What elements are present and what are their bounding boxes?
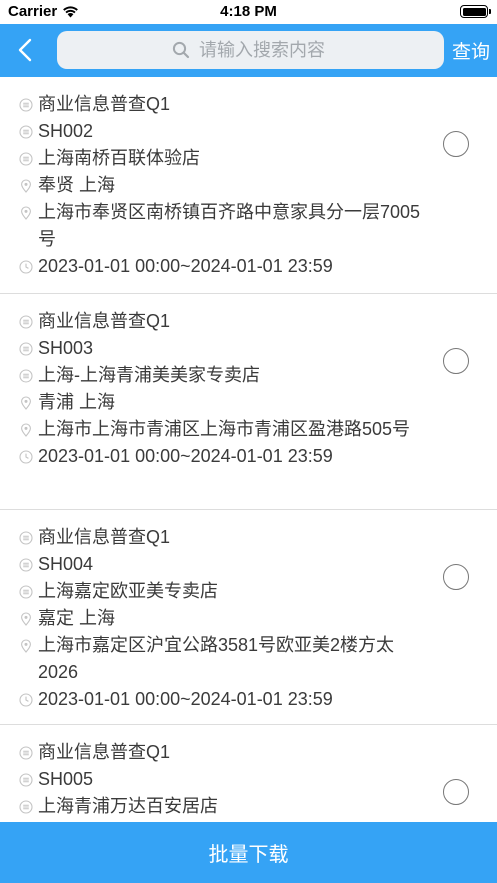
location-pin-icon bbox=[21, 179, 31, 193]
select-radio[interactable] bbox=[443, 564, 469, 590]
store-region: 嘉定 上海 bbox=[38, 608, 116, 628]
list-item[interactable]: 商业信息普查Q1 SH004 上海嘉定欧亚美专卖店 嘉定 上海 上海市嘉定区沪宜… bbox=[0, 510, 497, 725]
location-pin-icon bbox=[21, 206, 31, 220]
store-row: 上海青浦万达百安居店 bbox=[19, 793, 427, 820]
store-row: 上海嘉定欧亚美专卖店 bbox=[19, 578, 427, 605]
period-row: 2023-01-01 00:00~2024-01-01 23:59 bbox=[19, 443, 427, 470]
validity-period: 2023-01-01 00:00~2024-01-01 23:59 bbox=[38, 446, 333, 466]
period-row: 2023-01-01 00:00~2024-01-01 23:59 bbox=[19, 686, 427, 713]
code-row: SH003 bbox=[19, 335, 427, 362]
address-row: 上海市奉贤区南桥镇百齐路中意家具分一层7005号 bbox=[19, 199, 427, 253]
document-icon bbox=[19, 369, 33, 383]
store-row: 上海-上海青浦美美家专卖店 bbox=[19, 362, 427, 389]
store-code: SH003 bbox=[38, 338, 94, 358]
code-row: SH004 bbox=[19, 551, 427, 578]
region-row: 青浦 上海 bbox=[19, 389, 427, 416]
location-pin-icon bbox=[21, 639, 31, 653]
document-icon bbox=[19, 558, 33, 572]
survey-row: 商业信息普查Q1 bbox=[19, 91, 427, 118]
document-icon bbox=[19, 315, 33, 329]
store-address: 上海市奉贤区南桥镇百齐路中意家具分一层7005号 bbox=[38, 202, 421, 249]
store-code: SH002 bbox=[38, 121, 94, 141]
code-row: SH002 bbox=[19, 118, 427, 145]
search-input[interactable] bbox=[199, 39, 329, 61]
validity-period: 2023-01-01 00:00~2024-01-01 23:59 bbox=[38, 689, 333, 709]
location-pin-icon bbox=[21, 423, 31, 437]
code-row: SH005 bbox=[19, 766, 427, 793]
period-row: 2023-01-01 00:00~2024-01-01 23:59 bbox=[19, 253, 427, 280]
survey-name: 商业信息普查Q1 bbox=[38, 94, 171, 114]
document-icon bbox=[19, 342, 33, 356]
survey-row: 商业信息普查Q1 bbox=[19, 524, 427, 551]
store-name: 上海嘉定欧亚美专卖店 bbox=[38, 581, 218, 601]
select-radio[interactable] bbox=[443, 779, 469, 805]
back-chevron-icon[interactable] bbox=[14, 37, 38, 63]
header-bar: 查询 bbox=[0, 24, 497, 77]
select-radio[interactable] bbox=[443, 348, 469, 374]
store-region: 奉贤 上海 bbox=[38, 175, 116, 195]
query-button[interactable]: 查询 bbox=[452, 37, 490, 64]
list-item[interactable]: 商业信息普查Q1 SH005 上海青浦万达百安居店 bbox=[0, 725, 497, 822]
document-icon bbox=[19, 125, 33, 139]
document-icon bbox=[19, 773, 33, 787]
store-code: SH004 bbox=[38, 554, 94, 574]
document-icon bbox=[19, 98, 33, 112]
select-radio[interactable] bbox=[443, 131, 469, 157]
list-item[interactable]: 商业信息普查Q1 SH003 上海-上海青浦美美家专卖店 青浦 上海 上海市上海… bbox=[0, 294, 497, 510]
location-pin-icon bbox=[21, 396, 31, 410]
search-box[interactable] bbox=[57, 31, 444, 69]
search-icon bbox=[172, 41, 190, 59]
status-time: 4:18 PM bbox=[220, 3, 277, 20]
store-code: SH005 bbox=[38, 769, 94, 789]
batch-download-label: 批量下载 bbox=[208, 844, 289, 866]
store-region: 青浦 上海 bbox=[38, 392, 116, 412]
document-icon bbox=[19, 746, 33, 760]
document-icon bbox=[19, 152, 33, 166]
store-list[interactable]: 商业信息普查Q1 SH002 上海南桥百联体验店 奉贤 上海 上海市奉贤区南桥镇… bbox=[0, 77, 497, 822]
store-address: 上海市嘉定区沪宜公路3581号欧亚美2楼方太2026 bbox=[38, 635, 395, 682]
list-item[interactable]: 商业信息普查Q1 SH002 上海南桥百联体验店 奉贤 上海 上海市奉贤区南桥镇… bbox=[0, 77, 497, 294]
validity-period: 2023-01-01 00:00~2024-01-01 23:59 bbox=[38, 256, 333, 276]
region-row: 奉贤 上海 bbox=[19, 172, 427, 199]
store-row: 上海南桥百联体验店 bbox=[19, 145, 427, 172]
batch-download-button[interactable]: 批量下载 bbox=[0, 822, 497, 883]
clock-icon bbox=[19, 260, 33, 274]
store-name: 上海-上海青浦美美家专卖店 bbox=[38, 365, 260, 385]
region-row: 嘉定 上海 bbox=[19, 605, 427, 632]
address-row: 上海市嘉定区沪宜公路3581号欧亚美2楼方太2026 bbox=[19, 632, 427, 686]
document-icon bbox=[19, 800, 33, 814]
document-icon bbox=[19, 585, 33, 599]
document-icon bbox=[19, 531, 33, 545]
store-name: 上海青浦万达百安居店 bbox=[38, 796, 218, 816]
survey-row: 商业信息普查Q1 bbox=[19, 308, 427, 335]
clock-icon bbox=[19, 693, 33, 707]
status-bar: Carrier 4:18 PM bbox=[0, 0, 497, 24]
survey-row: 商业信息普查Q1 bbox=[19, 739, 427, 766]
address-row: 上海市上海市青浦区上海市青浦区盈港路505号 bbox=[19, 416, 427, 443]
store-address: 上海市上海市青浦区上海市青浦区盈港路505号 bbox=[38, 419, 411, 439]
battery-icon bbox=[460, 5, 491, 18]
survey-name: 商业信息普查Q1 bbox=[38, 742, 171, 762]
store-name: 上海南桥百联体验店 bbox=[38, 148, 200, 168]
survey-name: 商业信息普查Q1 bbox=[38, 527, 171, 547]
screen: Carrier 4:18 PM 查询 bbox=[0, 0, 497, 883]
survey-name: 商业信息普查Q1 bbox=[38, 311, 171, 331]
location-pin-icon bbox=[21, 612, 31, 626]
clock-icon bbox=[19, 450, 33, 464]
